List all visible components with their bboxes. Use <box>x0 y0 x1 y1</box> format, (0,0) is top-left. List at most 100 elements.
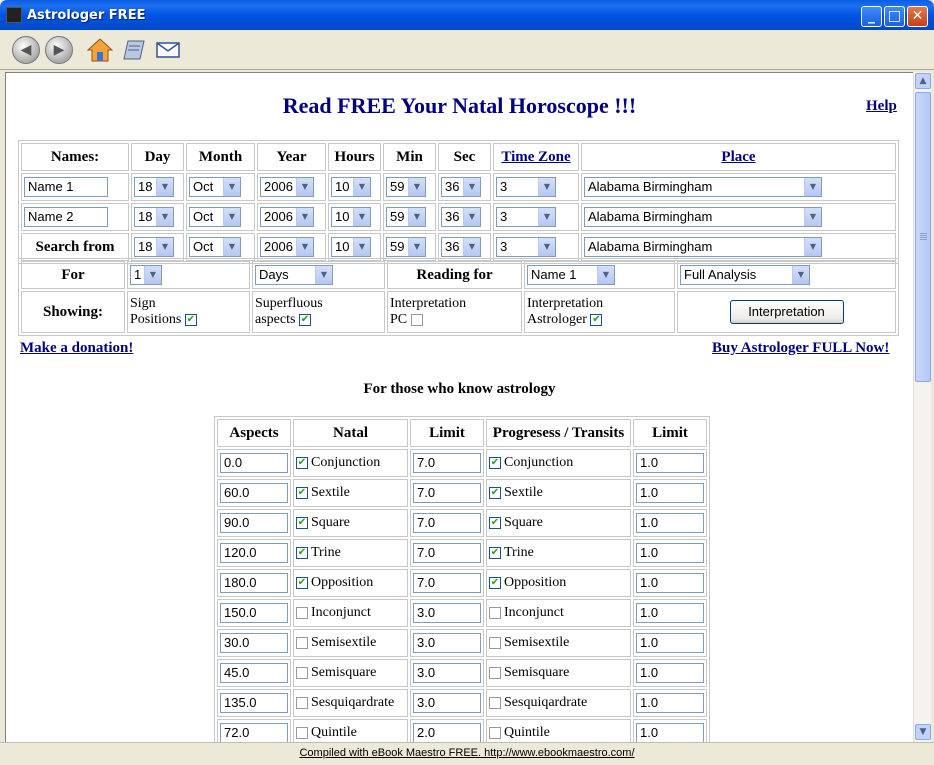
natal-limit-input[interactable]: 7.0 <box>413 453 481 473</box>
minimize-button[interactable]: _ <box>861 6 882 27</box>
transit-limit-input[interactable]: 1.0 <box>636 483 704 503</box>
natal-limit-input[interactable]: 3.0 <box>413 633 481 653</box>
year3-select[interactable]: 2006 ▼ <box>260 237 314 257</box>
day3-select[interactable]: 18 ▼ <box>134 237 174 257</box>
day1-select[interactable]: 18 ▼ <box>134 177 174 197</box>
min1-select[interactable]: 59 ▼ <box>386 177 426 197</box>
natal-checkbox[interactable]: ✔ <box>296 546 308 559</box>
aspect-degree-input[interactable]: 0.0 <box>220 453 288 473</box>
donate-link[interactable]: Make a donation! <box>20 340 133 357</box>
timezone2-select[interactable]: 3 ▼ <box>496 207 556 227</box>
natal-checkbox[interactable]: ✔ <box>296 456 308 469</box>
transit-checkbox[interactable]: ✔ <box>489 456 501 469</box>
place2-select[interactable]: Alabama Birmingham ▼ <box>584 207 822 227</box>
natal-checkbox[interactable] <box>296 636 308 649</box>
aspect-degree-input[interactable]: 150.0 <box>220 603 288 623</box>
place-link[interactable]: Place <box>721 149 755 165</box>
aspect-degree-input[interactable]: 90.0 <box>220 513 288 533</box>
month2-select[interactable]: Oct ▼ <box>189 207 241 227</box>
transit-limit-input[interactable]: 1.0 <box>636 723 704 742</box>
reading-for-select[interactable]: Name 1 ▼ <box>527 265 615 285</box>
hours3-select[interactable]: 10 ▼ <box>331 237 371 257</box>
name1-input[interactable]: Name 1 <box>24 177 108 197</box>
natal-limit-input[interactable]: 7.0 <box>413 513 481 533</box>
transit-checkbox[interactable] <box>489 636 501 649</box>
superfluous-aspects-checkbox[interactable]: ✔ <box>298 313 311 326</box>
natal-limit-input[interactable]: 2.0 <box>413 723 481 742</box>
natal-checkbox[interactable]: ✔ <box>296 516 308 529</box>
maximize-button[interactable]: □ <box>884 6 905 27</box>
aspect-degree-input[interactable]: 60.0 <box>220 483 288 503</box>
transit-checkbox[interactable]: ✔ <box>489 516 501 529</box>
natal-checkbox[interactable] <box>296 666 308 679</box>
transit-checkbox[interactable] <box>489 726 501 739</box>
analysis-select[interactable]: Full Analysis ▼ <box>680 265 810 285</box>
aspect-degree-input[interactable]: 45.0 <box>220 663 288 683</box>
buy-full-link[interactable]: Buy Astrologer FULL Now! <box>712 340 889 357</box>
natal-limit-input[interactable]: 3.0 <box>413 663 481 683</box>
min3-select[interactable]: 59 ▼ <box>386 237 426 257</box>
name2-input[interactable]: Name 2 <box>24 207 108 227</box>
year1-select[interactable]: 2006 ▼ <box>260 177 314 197</box>
scroll-thumb[interactable] <box>915 92 931 382</box>
transit-limit-input[interactable]: 1.0 <box>636 603 704 623</box>
period-select[interactable]: Days ▼ <box>255 265 333 285</box>
transit-limit-input[interactable]: 1.0 <box>636 693 704 713</box>
home-icon[interactable] <box>86 36 114 64</box>
natal-limit-input[interactable]: 7.0 <box>413 573 481 593</box>
natal-checkbox[interactable]: ✔ <box>296 576 308 589</box>
back-icon[interactable]: ◀ <box>12 36 40 64</box>
natal-limit-input[interactable]: 3.0 <box>413 603 481 623</box>
scroll-up-icon[interactable]: ▲ <box>915 73 931 89</box>
scroll-down-icon[interactable]: ▼ <box>915 724 931 740</box>
natal-limit-input[interactable]: 7.0 <box>413 483 481 503</box>
natal-limit-input[interactable]: 7.0 <box>413 543 481 563</box>
interp-pc-checkbox[interactable] <box>410 313 423 326</box>
vertical-scrollbar[interactable]: ▲ ▼ <box>913 72 931 742</box>
place3-select[interactable]: Alabama Birmingham ▼ <box>584 237 822 257</box>
place1-select[interactable]: Alabama Birmingham ▼ <box>584 177 822 197</box>
month3-select[interactable]: Oct ▼ <box>189 237 241 257</box>
natal-checkbox[interactable] <box>296 606 308 619</box>
timezone1-select[interactable]: 3 ▼ <box>496 177 556 197</box>
transit-checkbox[interactable] <box>489 666 501 679</box>
close-button[interactable]: ✕ <box>907 6 928 27</box>
aspect-degree-input[interactable]: 30.0 <box>220 633 288 653</box>
transit-checkbox[interactable]: ✔ <box>489 576 501 589</box>
transit-limit-input[interactable]: 1.0 <box>636 453 704 473</box>
transit-checkbox[interactable] <box>489 696 501 709</box>
transit-limit-input[interactable]: 1.0 <box>636 573 704 593</box>
natal-checkbox[interactable]: ✔ <box>296 486 308 499</box>
year2-select[interactable]: 2006 ▼ <box>260 207 314 227</box>
natal-checkbox[interactable] <box>296 696 308 709</box>
interp-astrologer-checkbox[interactable]: ✔ <box>590 313 603 326</box>
transit-checkbox[interactable]: ✔ <box>489 486 501 499</box>
hours2-select[interactable]: 10 ▼ <box>331 207 371 227</box>
month1-select[interactable]: Oct ▼ <box>189 177 241 197</box>
timezone-link[interactable]: Time Zone <box>501 149 570 165</box>
transit-limit-input[interactable]: 1.0 <box>636 543 704 563</box>
sec2-select[interactable]: 36 ▼ <box>441 207 481 227</box>
status-text[interactable]: Compiled with eBook Maestro FREE. http:/… <box>299 747 634 759</box>
sec3-select[interactable]: 36 ▼ <box>441 237 481 257</box>
help-link[interactable]: Help <box>866 98 897 115</box>
transit-limit-input[interactable]: 1.0 <box>636 513 704 533</box>
aspect-degree-input[interactable]: 72.0 <box>220 723 288 742</box>
for-select[interactable]: 1 ▼ <box>130 265 162 285</box>
forward-icon[interactable]: ▶ <box>45 36 73 64</box>
timezone3-select[interactable]: 3 ▼ <box>496 237 556 257</box>
aspect-degree-input[interactable]: 135.0 <box>220 693 288 713</box>
aspect-degree-input[interactable]: 120.0 <box>220 543 288 563</box>
natal-limit-input[interactable]: 3.0 <box>413 693 481 713</box>
print-icon[interactable] <box>120 36 148 64</box>
day2-select[interactable]: 18 ▼ <box>134 207 174 227</box>
sec1-select[interactable]: 36 ▼ <box>441 177 481 197</box>
transit-limit-input[interactable]: 1.0 <box>636 633 704 653</box>
min2-select[interactable]: 59 ▼ <box>386 207 426 227</box>
transit-checkbox[interactable] <box>489 606 501 619</box>
mail-icon[interactable] <box>154 36 182 64</box>
hours1-select[interactable]: 10 ▼ <box>331 177 371 197</box>
interpretation-button[interactable]: Interpretation <box>729 300 844 324</box>
transit-limit-input[interactable]: 1.0 <box>636 663 704 683</box>
sign-positions-checkbox[interactable]: ✔ <box>184 313 197 326</box>
